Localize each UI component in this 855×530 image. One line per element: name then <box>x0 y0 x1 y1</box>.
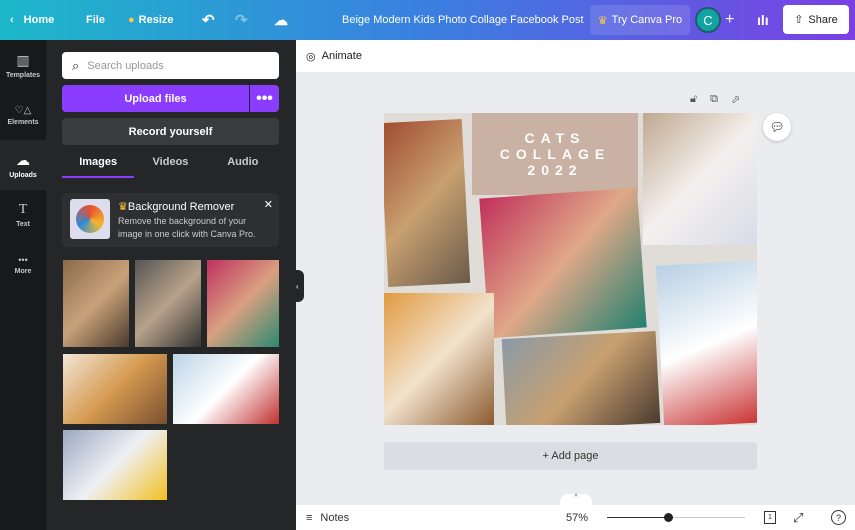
share-button[interactable]: ⇧ Share <box>783 5 849 34</box>
rail-uploads[interactable]: ☁ Uploads <box>0 140 46 190</box>
elements-icon: ♡△ <box>14 104 32 116</box>
rail-more[interactable]: ••• More <box>0 240 46 290</box>
redo-icon[interactable]: ↷ <box>235 0 248 40</box>
top-bar: ‹ Home File ● Resize ↶ ↷ ☁ Beige Modern Ki… <box>0 0 855 40</box>
tab-images[interactable]: Images <box>62 156 135 178</box>
tab-videos[interactable]: Videos <box>134 156 206 178</box>
chevron-up-icon[interactable]: ^ <box>560 494 592 505</box>
rail-elements[interactable]: ♡△ Elements <box>0 90 46 140</box>
background-remover-promo[interactable]: ♛Background Remover Remove the backgroun… <box>62 193 279 247</box>
upload-thumb[interactable] <box>63 354 167 424</box>
zoom-slider[interactable] <box>607 505 745 530</box>
cat-photo[interactable] <box>384 118 471 288</box>
lucky-cat-photo[interactable] <box>655 260 757 425</box>
comment-icon[interactable]: 💬︎ <box>763 113 791 141</box>
search-icon: ⌕ <box>72 57 80 73</box>
tab-audio[interactable]: Audio <box>207 156 279 178</box>
share-icon: ⇧ <box>794 14 804 26</box>
templates-icon: ▥ <box>16 51 30 68</box>
animate-button[interactable]: Animate <box>322 50 362 62</box>
document-title[interactable]: Beige Modern Kids Photo Collage Facebook… <box>342 0 584 40</box>
promo-title: Background Remover <box>127 201 235 213</box>
page-count-button[interactable]: 1 <box>764 511 776 524</box>
upload-thumb[interactable] <box>63 260 129 347</box>
crown-icon: ♛ <box>118 201 128 213</box>
upload-cloud-icon: ☁ <box>16 151 30 168</box>
search-input[interactable]: ⌕ Search uploads <box>62 52 279 79</box>
add-page-icon[interactable]: ⬀ <box>731 93 740 106</box>
collage-title[interactable]: CATS COLLAGE 2022 <box>472 113 638 195</box>
add-member-icon[interactable]: + <box>725 0 734 40</box>
design-canvas[interactable]: CATS COLLAGE 2022 <box>384 113 757 425</box>
collapse-panel-handle[interactable]: ‹ <box>296 270 304 302</box>
help-icon[interactable]: ? <box>831 510 846 525</box>
text-icon: T <box>18 202 28 217</box>
beach-ball-image <box>70 199 110 239</box>
avatar[interactable]: C <box>695 7 721 33</box>
resize-button[interactable]: ● Resize <box>128 0 174 40</box>
fullscreen-icon[interactable]: ⤢ <box>793 505 803 530</box>
cat-photo[interactable] <box>479 187 647 339</box>
crown-icon: ● <box>128 14 135 26</box>
cat-photo[interactable] <box>384 293 494 425</box>
zoom-slider-knob[interactable] <box>663 513 673 522</box>
add-page-button[interactable]: + Add page <box>384 442 757 470</box>
upload-thumb[interactable] <box>135 260 201 347</box>
uploads-panel: ⌕ Search uploads Upload files ••• Record … <box>46 40 296 530</box>
side-rail: ▥ Templates ♡△ Elements ☁ Uploads T Text •••… <box>0 40 46 530</box>
promo-text: Remove the background of your image in o… <box>118 216 256 239</box>
close-icon[interactable]: ✕ <box>264 198 273 211</box>
cloud-save-icon[interactable]: ☁ <box>274 0 288 40</box>
rail-text[interactable]: T Text <box>0 190 46 240</box>
editor-toolbar: ◎ Animate <box>296 40 855 72</box>
file-menu[interactable]: File <box>86 0 105 40</box>
undo-icon[interactable]: ↶ <box>202 0 215 40</box>
home-button[interactable]: ‹ Home <box>10 0 54 40</box>
chevron-left-icon: ‹ <box>10 14 14 26</box>
upload-more-button[interactable]: ••• <box>250 85 279 112</box>
upload-thumb[interactable] <box>173 354 279 424</box>
footer-bar: ≡ Notes 57% 1 ⤢ ? <box>296 505 855 530</box>
lock-icon[interactable]: 🔓︎ <box>690 93 697 106</box>
duplicate-icon[interactable]: ⧉ <box>710 93 718 106</box>
cat-photo[interactable] <box>501 331 661 425</box>
upload-thumb[interactable] <box>63 430 167 500</box>
crown-icon: ♛ <box>597 14 608 27</box>
notes-icon: ≡ <box>306 511 313 524</box>
zoom-level[interactable]: 57% <box>566 505 588 530</box>
cat-photo[interactable] <box>643 113 757 245</box>
try-pro-button[interactable]: ♛ Try Canva Pro <box>590 5 690 35</box>
upload-files-button[interactable]: Upload files <box>62 85 249 112</box>
upload-thumb[interactable] <box>207 260 279 347</box>
more-icon: ••• <box>18 255 28 265</box>
rail-templates[interactable]: ▥ Templates <box>0 40 46 90</box>
analytics-icon[interactable]: ılı <box>757 0 769 40</box>
animate-icon: ◎ <box>306 50 316 63</box>
notes-button[interactable]: ≡ Notes <box>306 505 349 530</box>
record-yourself-button[interactable]: Record yourself <box>62 118 279 145</box>
